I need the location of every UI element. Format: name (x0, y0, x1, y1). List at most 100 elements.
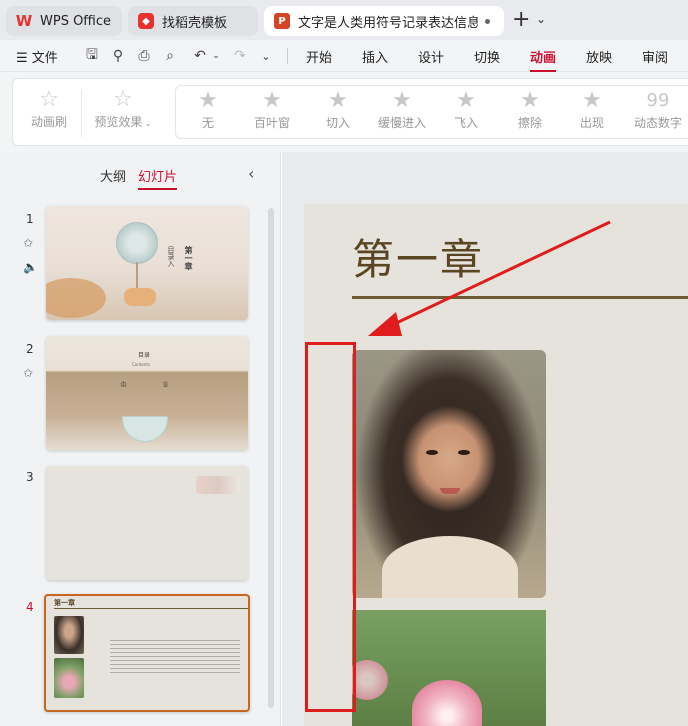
tab-transition[interactable]: 切换 (474, 47, 500, 66)
slide-number: 3 (26, 470, 34, 484)
lotus-photo[interactable] (352, 610, 546, 726)
animation-star-icon: ✩ (23, 366, 34, 380)
menu-bar: ☰ 文件 🖫 ⚲ ⎙ ⌕ ↶ ⌄ ↷ ⌄ 开始 插入 设计 切换 动画 放映 审… (0, 40, 688, 72)
effect-appear[interactable]: ★ 出现 (574, 88, 610, 131)
lotus-bloom (352, 660, 388, 700)
thumb-title-text: 第一章 (184, 246, 193, 270)
effect-none[interactable]: ★ 无 (190, 88, 226, 131)
tab-wps-office[interactable]: W WPS Office (6, 6, 122, 36)
leaf-decoration (46, 278, 106, 318)
animation-brush-button[interactable]: ☆ 动画刷 (29, 87, 69, 130)
file-menu-label: 文件 (31, 51, 58, 66)
effect-slow-enter[interactable]: ★ 缓慢进入 (374, 88, 430, 131)
print-preview-icon[interactable]: ⌕ (160, 46, 180, 66)
appear-star-icon: ★ (582, 88, 602, 113)
effect-cut-in[interactable]: ★ 切入 (320, 88, 356, 131)
preview-effect-label: 预览效果 (94, 115, 143, 129)
slide-number: 1 (26, 212, 34, 226)
tab-home[interactable]: 开始 (306, 47, 332, 66)
animation-brush-label: 动画刷 (30, 115, 67, 129)
thumb-title-rule (54, 608, 248, 609)
effect-label: 缓慢进入 (377, 116, 426, 130)
thumb-title-text: 第一章 (54, 599, 75, 607)
print-icon[interactable]: ⎙ (134, 46, 154, 66)
audio-icon: 🔈 (23, 260, 38, 274)
pot-decoration (124, 288, 156, 306)
tab-document[interactable]: P 文字是人类用符号记录表达信息以 (264, 6, 504, 36)
collapse-panel-icon[interactable]: ‹ (248, 164, 254, 183)
effect-blinds[interactable]: ★ 百叶窗 (250, 88, 294, 131)
menu-divider (287, 48, 288, 64)
current-slide[interactable]: 第一章 (304, 204, 688, 726)
effect-label: 百叶窗 (253, 116, 290, 130)
tab-label: 找稻壳模板 (162, 15, 228, 31)
tab-review[interactable]: 审阅 (642, 47, 668, 66)
portrait-photo[interactable] (352, 350, 546, 598)
effect-wipe[interactable]: ★ 擦除 (512, 88, 548, 131)
unsaved-dot-icon[interactable] (485, 19, 490, 24)
new-tab-icon[interactable]: + (512, 8, 530, 32)
ribbon: ☆ 动画刷 ☆ 预览效果 ⌄ ★ 无 ★ 百叶窗 ★ 切入 ★ 缓慢进入 ★ 飞… (0, 72, 688, 152)
slide-number: 2 (26, 342, 34, 356)
tab-insert[interactable]: 插入 (362, 47, 388, 66)
animation-star-icon: ✩ (23, 236, 34, 250)
file-menu-button[interactable]: ☰ 文件 (16, 47, 58, 66)
slide-thumbnail-3[interactable] (46, 466, 248, 580)
tab-design[interactable]: 设计 (418, 47, 444, 66)
thumb-subtitle-text: Contents (132, 362, 150, 367)
slide-panel: 大纲 幻灯片 ‹ 1 ✩ 🔈 目录入 第一章 2 ✩ 目录 Contents ♔… (0, 152, 281, 726)
cut-in-star-icon: ★ (328, 88, 348, 113)
effect-label: 飞入 (453, 116, 478, 130)
fly-in-star-icon: ★ (456, 88, 476, 113)
thumb-small-text: 目录入 (167, 246, 175, 267)
chevron-down-icon[interactable]: ⌄ (536, 12, 546, 26)
ribbon-divider (81, 89, 82, 137)
save-icon[interactable]: 🖫 (82, 46, 102, 66)
preview-effect-button[interactable]: ☆ 预览效果 ⌄ (91, 87, 155, 130)
highlight-box (305, 342, 356, 712)
thumb-paragraph (110, 640, 240, 674)
title-underline[interactable] (352, 296, 688, 299)
tab-label: 文字是人类用符号记录表达信息以 (298, 15, 478, 31)
thumb-item-icon: ♕ (162, 380, 170, 389)
effect-label: 擦除 (517, 116, 542, 130)
effect-label: 无 (201, 116, 214, 130)
effect-label: 出现 (579, 116, 604, 130)
thumb-portrait-image (54, 616, 84, 654)
redo-icon[interactable]: ↷ (230, 46, 250, 66)
tab-slideshow[interactable]: 放映 (586, 47, 612, 66)
wps-logo-icon: W (15, 12, 33, 30)
corner-decoration (196, 476, 240, 494)
tab-animation[interactable]: 动画 (530, 47, 557, 72)
tab-slides[interactable]: 幻灯片 (138, 166, 178, 190)
ribbon-panel: ☆ 动画刷 ☆ 预览效果 ⌄ ★ 无 ★ 百叶窗 ★ 切入 ★ 缓慢进入 ★ 飞… (12, 78, 688, 146)
more-dropdown-icon[interactable]: ⌄ (256, 46, 276, 66)
star-icon: ★ (198, 88, 218, 113)
undo-dropdown-icon[interactable]: ⌄ (206, 46, 226, 66)
slide-thumbnail-1[interactable]: 目录入 第一章 (46, 206, 248, 320)
portrait-eye (426, 450, 438, 455)
effect-dynamic-number[interactable]: 99 动态数字 (630, 88, 686, 131)
thumb-item-icon: ♔ (120, 380, 128, 389)
portrait-clothing (382, 536, 518, 598)
bowl-decoration (122, 416, 168, 442)
tab-outline[interactable]: 大纲 (100, 166, 126, 185)
digits-icon: 99 (646, 90, 670, 111)
panel-scrollbar[interactable] (268, 208, 274, 708)
effect-label: 切入 (325, 116, 350, 130)
ppt-file-icon: P (274, 13, 290, 29)
thumb-lotus-image (54, 658, 84, 698)
star-brush-icon: ☆ (39, 87, 59, 112)
lotus-bloom (412, 680, 482, 726)
thumb-title-text: 目录 (138, 352, 151, 359)
portrait-eye (458, 450, 470, 455)
effect-fly-in[interactable]: ★ 飞入 (448, 88, 484, 131)
dandelion-decoration (116, 222, 158, 264)
slide-thumbnail-4[interactable]: 第一章 (44, 594, 250, 712)
slide-thumbnail-2[interactable]: 目录 Contents ♔ ♕ (46, 336, 248, 450)
format-painter-icon[interactable]: ⚲ (108, 46, 128, 66)
tab-templates[interactable]: ◆ 找稻壳模板 (128, 6, 258, 36)
animation-effects-gallery: ★ 无 ★ 百叶窗 ★ 切入 ★ 缓慢进入 ★ 飞入 ★ 擦除 ★ 出现 99 … (175, 85, 688, 139)
slide-title[interactable]: 第一章 (352, 226, 484, 287)
star-outline-icon: ☆ (113, 87, 133, 112)
